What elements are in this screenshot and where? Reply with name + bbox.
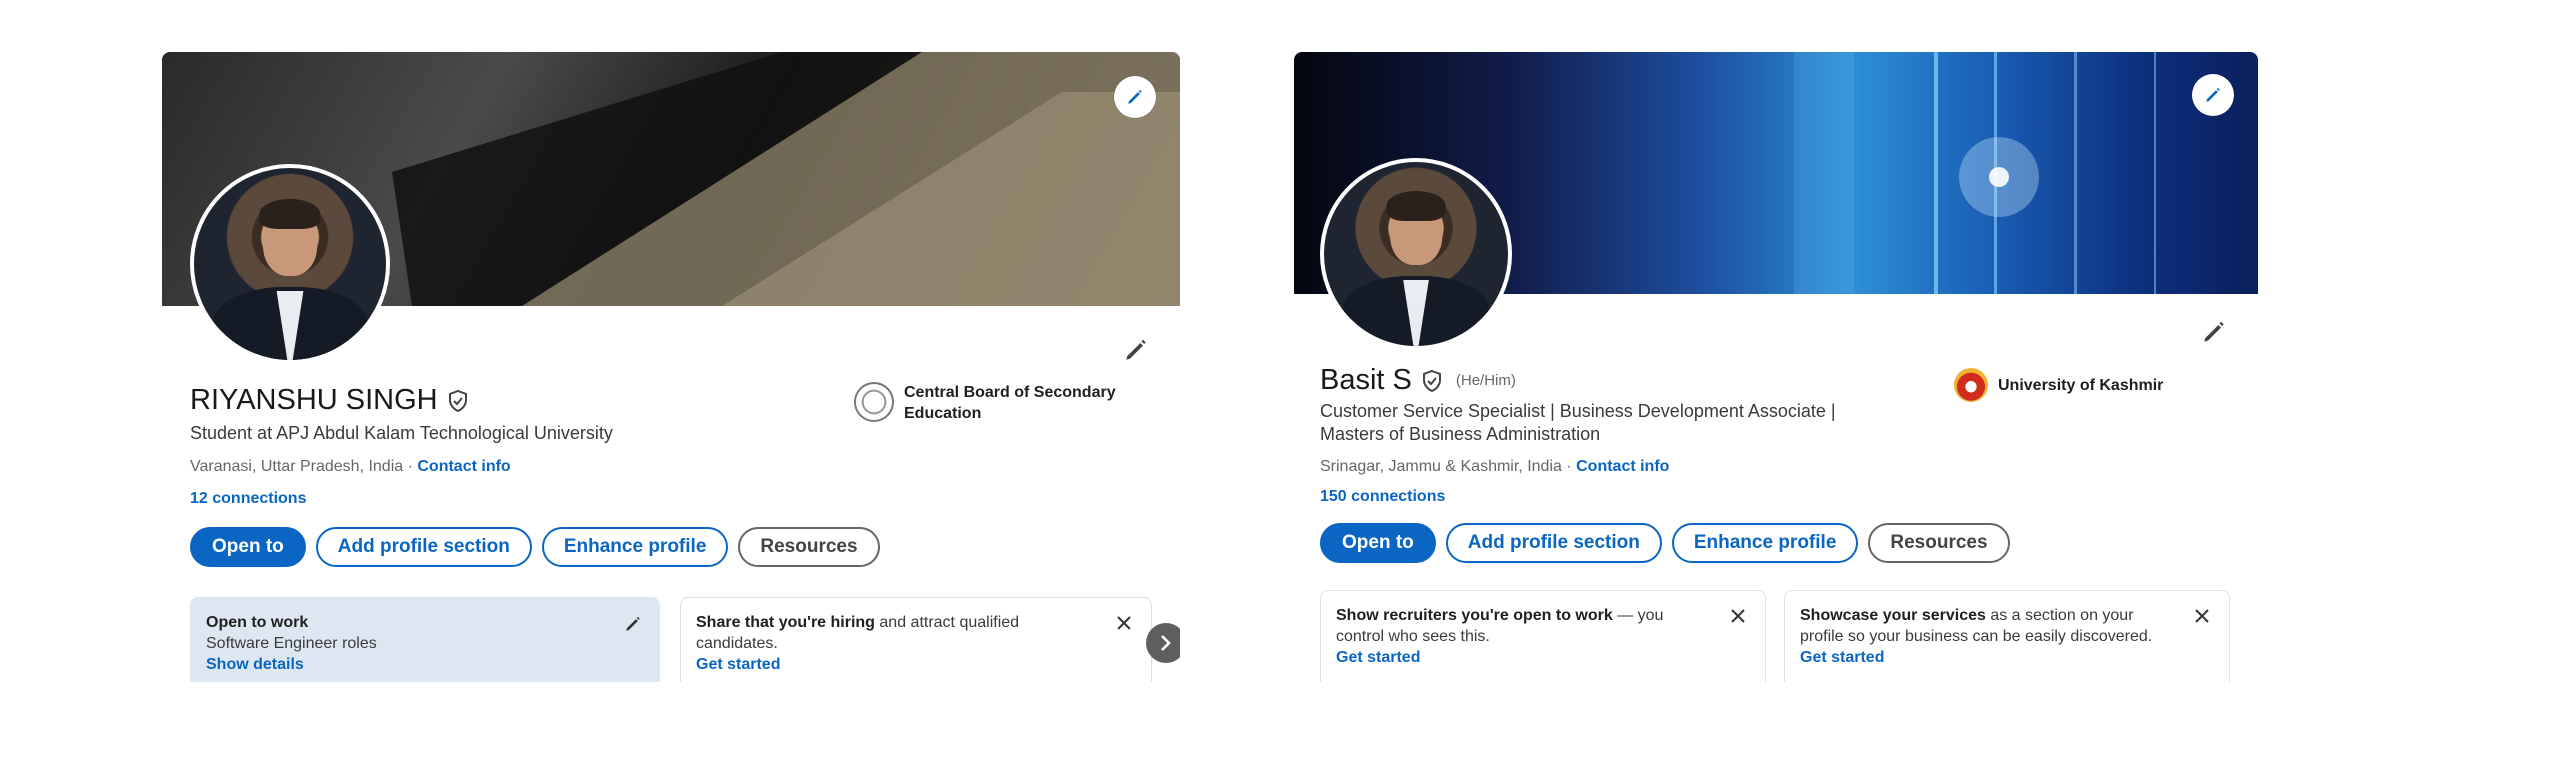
- contact-info-link[interactable]: Contact info: [417, 458, 510, 475]
- enhance-profile-button[interactable]: Enhance profile: [1671, 523, 1859, 563]
- education-name: Central Board of Secondary Education: [904, 384, 1116, 422]
- pencil-icon: [2204, 321, 2224, 342]
- hiring-tip-card: Share that you're hiring and attract qua…: [680, 597, 1152, 682]
- profile-avatar[interactable]: [1320, 158, 1512, 350]
- edit-intro-button[interactable]: [2196, 314, 2232, 350]
- separator: ·: [1561, 458, 1577, 475]
- hiring-get-started-link[interactable]: Get started: [696, 654, 1091, 675]
- profile-location: Srinagar, Jammu & Kashmir, India · Conta…: [1320, 458, 1669, 476]
- carousel-next-button[interactable]: [1146, 623, 1180, 663]
- profile-actions: Open to Add profile section Enhance prof…: [1320, 523, 2010, 563]
- hiring-tip-bold: Share that you're hiring: [696, 614, 875, 631]
- school-logo-icon: [854, 382, 894, 422]
- connections-link[interactable]: 12 connections: [190, 490, 306, 508]
- location-text: Varanasi, Uttar Pradesh, India: [190, 458, 404, 475]
- services-tip-bold: Showcase your services: [1800, 607, 1986, 624]
- profile-card-riyanshu: RIYANSHU SINGH Student at APJ Abdul Kala…: [162, 52, 1180, 682]
- close-icon: [1117, 616, 1131, 630]
- verified-shield-icon[interactable]: [1420, 369, 1444, 393]
- profile-card-basit: Basit S (He/Him) Customer Service Specia…: [1294, 52, 2258, 682]
- pencil-icon: [1128, 89, 1142, 104]
- show-details-link[interactable]: Show details: [206, 654, 599, 675]
- open-to-work-roles: Software Engineer roles: [206, 635, 377, 652]
- profile-location: Varanasi, Uttar Pradesh, India · Contact…: [190, 458, 511, 476]
- school-logo-icon: [1954, 368, 1988, 402]
- add-profile-section-button[interactable]: Add profile section: [315, 527, 532, 567]
- edit-open-to-work-button[interactable]: [621, 612, 645, 636]
- close-icon: [2195, 609, 2209, 623]
- edit-banner-button[interactable]: [1114, 76, 1156, 118]
- recruiters-get-started-link[interactable]: Get started: [1336, 647, 1705, 668]
- open-to-button[interactable]: Open to: [1320, 523, 1436, 563]
- pencil-icon: [626, 616, 640, 631]
- dismiss-services-tip-button[interactable]: [2191, 605, 2213, 627]
- recruiters-tip-bold: Show recruiters you're open to work: [1336, 607, 1613, 624]
- dismiss-hiring-tip-button[interactable]: [1113, 612, 1135, 634]
- profile-headline: Customer Service Specialist | Business D…: [1320, 401, 1836, 444]
- edit-intro-button[interactable]: [1118, 332, 1154, 368]
- chevron-right-icon: [1161, 635, 1171, 651]
- education-name: University of Kashmir: [1998, 376, 2164, 394]
- pencil-icon: [2206, 87, 2220, 102]
- add-profile-section-button[interactable]: Add profile section: [1445, 523, 1662, 563]
- verified-shield-icon[interactable]: [446, 389, 470, 413]
- close-icon: [1731, 609, 1745, 623]
- name-row: Basit S (He/Him): [1320, 364, 1516, 397]
- profile-name: Basit S: [1320, 364, 1412, 396]
- resources-button[interactable]: Resources: [738, 527, 880, 567]
- pencil-icon: [1126, 339, 1146, 360]
- resources-button[interactable]: Resources: [1868, 523, 2010, 563]
- services-get-started-link[interactable]: Get started: [1800, 647, 2169, 668]
- connections-link[interactable]: 150 connections: [1320, 488, 1445, 506]
- location-text: Srinagar, Jammu & Kashmir, India: [1320, 458, 1562, 475]
- profile-headline: Student at APJ Abdul Kalam Technological…: [190, 423, 613, 443]
- profile-actions: Open to Add profile section Enhance prof…: [190, 527, 880, 567]
- enhance-profile-button[interactable]: Enhance profile: [541, 527, 729, 567]
- dismiss-recruiters-tip-button[interactable]: [1727, 605, 1749, 627]
- contact-info-link[interactable]: Contact info: [1576, 458, 1669, 475]
- open-to-work-card[interactable]: Open to work Software Engineer roles Sho…: [190, 597, 660, 682]
- profile-avatar[interactable]: [190, 164, 390, 364]
- services-tip-card: Showcase your services as a section on y…: [1784, 590, 2230, 682]
- education-entry[interactable]: University of Kashmir: [1954, 368, 2234, 402]
- education-entry[interactable]: Central Board of Secondary Education: [854, 382, 1154, 424]
- open-to-button[interactable]: Open to: [190, 527, 306, 567]
- profile-name: RIYANSHU SINGH: [190, 384, 438, 416]
- recruiters-tip-card: Show recruiters you're open to work — yo…: [1320, 590, 1766, 682]
- profile-pronouns: (He/Him): [1455, 372, 1516, 389]
- separator: ·: [403, 458, 418, 475]
- edit-banner-button[interactable]: [2192, 74, 2234, 116]
- open-to-work-title: Open to work: [206, 614, 309, 631]
- name-row: RIYANSHU SINGH: [190, 384, 470, 417]
